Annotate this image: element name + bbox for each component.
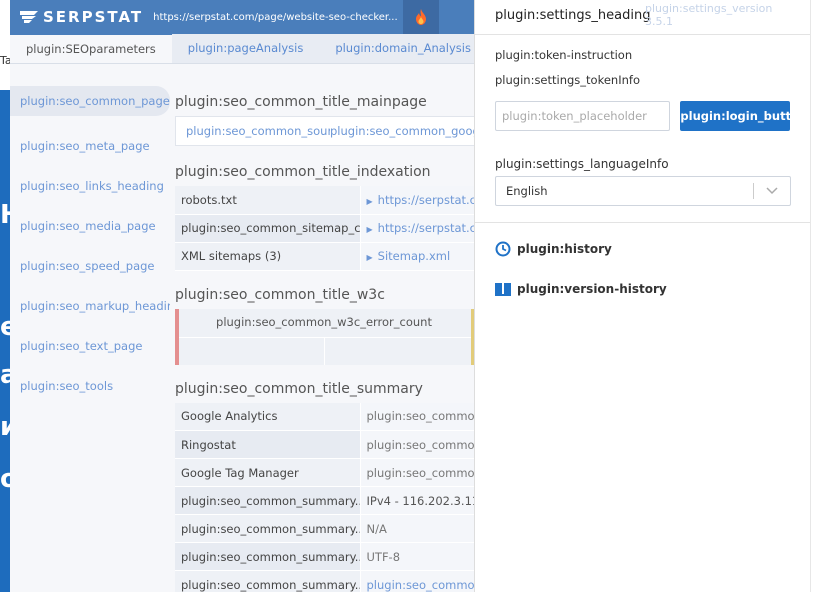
fire-icon bbox=[416, 9, 427, 25]
token-instruction: plugin:token-instruction bbox=[495, 48, 633, 62]
sidebar-item-seo-speed-page[interactable]: plugin:seo_speed_page bbox=[10, 246, 170, 286]
table-row: plugin:seo_common_sitemap_con ▶ https://s… bbox=[175, 214, 474, 243]
serpstat-logo-text: SERPSTAT bbox=[43, 8, 144, 26]
link-text[interactable]: Sitemap.xml bbox=[378, 249, 451, 263]
language-info: plugin:settings_languageInfo bbox=[495, 157, 669, 171]
w3c-error-box: plugin:seo_common_w3c_error_count bbox=[175, 308, 474, 365]
table-cell-key: Google Tag Manager bbox=[175, 458, 360, 487]
settings-version-label: plugin:settings_version bbox=[645, 2, 773, 15]
table-row: plugin:seo_common_summary... N/A bbox=[175, 514, 474, 543]
sidebar-item-seo-meta-page[interactable]: plugin:seo_meta_page bbox=[10, 126, 170, 166]
table-cell-value: N/A bbox=[359, 514, 474, 543]
language-select[interactable]: English bbox=[495, 176, 791, 206]
settings-divider bbox=[475, 222, 810, 223]
tab-seo-parameters[interactable]: plugin:SEOparameters bbox=[10, 33, 172, 63]
table-cell-value: plugin:seo_common bbox=[359, 430, 474, 459]
w3c-error-cell bbox=[179, 336, 325, 365]
table-row: plugin:seo_common_summary... plugin:seo_c… bbox=[175, 570, 474, 592]
settings-body: plugin:token-instruction plugin:settings… bbox=[475, 35, 810, 206]
settings-version-number: 3.5.1 bbox=[645, 15, 673, 28]
table-cell-key: robots.txt bbox=[175, 186, 360, 215]
token-input[interactable]: plugin:token_placeholder bbox=[495, 101, 671, 131]
triangle-right-icon: ▶ bbox=[366, 253, 373, 262]
table-cell-key: plugin:seo_common_summary... bbox=[175, 486, 360, 515]
sidebar-item-seo-text-page[interactable]: plugin:seo_text_page bbox=[10, 326, 170, 366]
table-cell-key: plugin:seo_common_summary... bbox=[175, 542, 360, 571]
plugin-panel: SERPSTAT https://serpstat.com/page/websi… bbox=[10, 0, 474, 592]
tab-page-analysis[interactable]: plugin:pageAnalysis bbox=[172, 33, 320, 63]
table-cell-value: UTF-8 bbox=[359, 542, 474, 571]
login-button[interactable]: plugin:login_button bbox=[680, 101, 790, 131]
tab-domain-analysis[interactable]: plugin:domain_Analysis bbox=[319, 33, 474, 63]
plugin-tabs: plugin:SEOparameters plugin:pageAnalysis… bbox=[10, 33, 474, 64]
section-title-summary: plugin:seo_common_title_summary bbox=[175, 380, 423, 397]
sidebar-item-seo-tools[interactable]: plugin:seo_tools bbox=[10, 366, 170, 406]
google-link[interactable]: plugin:seo_common_google bbox=[330, 124, 474, 138]
settings-header: plugin:settings_heading plugin:settings_… bbox=[475, 0, 810, 35]
triangle-right-icon: ▶ bbox=[366, 225, 373, 234]
fire-button[interactable] bbox=[403, 0, 440, 34]
table-cell-key: Google Analytics bbox=[175, 402, 360, 431]
w3c-warning-cell bbox=[325, 336, 471, 365]
sidebar-item-seo-common-page[interactable]: plugin:seo_common_page bbox=[10, 86, 170, 116]
sidebar: plugin:seo_common_page plugin:seo_meta_p… bbox=[10, 64, 170, 406]
table-cell-value: IPv4 - 116.202.3.118 bbox=[359, 486, 474, 515]
settings-heading: plugin:settings_heading bbox=[495, 8, 651, 23]
section-title-w3c: plugin:seo_common_title_w3c bbox=[175, 286, 385, 303]
table-cell-link[interactable]: ▶ https://serpstat.com bbox=[359, 186, 474, 215]
version-history-link[interactable]: plugin:version-history bbox=[475, 281, 810, 297]
main-content: plugin:seo_common_title_mainpage plugin:… bbox=[175, 64, 474, 592]
settings-version: plugin:settings_version 3.5.1 bbox=[645, 2, 785, 28]
sidebar-item-seo-links-heading[interactable]: plugin:seo_links_heading bbox=[10, 166, 170, 206]
chevron-down-icon bbox=[766, 187, 778, 195]
link-text[interactable]: https://serpstat.com bbox=[378, 221, 474, 235]
token-row: plugin:token_placeholder plugin:login_bu… bbox=[495, 101, 790, 131]
table-cell-value: plugin:seo_common bbox=[359, 402, 474, 431]
current-url: https://serpstat.com/page/website-seo-ch… bbox=[153, 11, 398, 23]
section-title-indexation: plugin:seo_common_title_indexation bbox=[175, 164, 431, 180]
settings-panel: plugin:settings_heading plugin:settings_… bbox=[474, 0, 810, 592]
table-cell-link[interactable]: ▶ https://serpstat.com bbox=[359, 214, 474, 243]
select-separator bbox=[753, 183, 754, 199]
clock-icon bbox=[495, 241, 511, 257]
section-title-mainpage: plugin:seo_common_title_mainpage bbox=[175, 94, 427, 110]
table-cell-value: plugin:seo_common bbox=[359, 458, 474, 487]
table-cell-link[interactable]: plugin:seo_common bbox=[359, 570, 474, 592]
token-info: plugin:settings_tokenInfo bbox=[495, 73, 640, 87]
table-cell-key: XML sitemaps (3) bbox=[175, 242, 360, 271]
table-cell-key: plugin:seo_common_sitemap_con bbox=[175, 214, 360, 243]
summary-table: Google Analytics plugin:seo_common Ringos… bbox=[175, 402, 474, 592]
w3c-error-count-label: plugin:seo_common_w3c_error_count bbox=[216, 314, 432, 329]
history-link-label: plugin:history bbox=[517, 242, 612, 256]
sidebar-item-seo-media-page[interactable]: plugin:seo_media_page bbox=[10, 206, 170, 246]
table-cell-key: plugin:seo_common_summary... bbox=[175, 570, 360, 592]
serpstat-logo-icon bbox=[20, 11, 38, 23]
table-cell-key: Ringostat bbox=[175, 430, 360, 459]
table-row: plugin:seo_common_summary... UTF-8 bbox=[175, 542, 474, 571]
table-row: plugin:seo_common_summary... IPv4 - 116.2… bbox=[175, 486, 474, 515]
w3c-error-cells bbox=[179, 336, 474, 365]
plugin-header: SERPSTAT https://serpstat.com/page/websi… bbox=[10, 0, 474, 34]
sidebar-item-seo-markup-heading[interactable]: plugin:seo_markup_heading bbox=[10, 286, 170, 326]
history-link[interactable]: plugin:history bbox=[475, 241, 810, 257]
table-row: robots.txt ▶ https://serpstat.com bbox=[175, 186, 474, 215]
version-history-link-label: plugin:version-history bbox=[517, 282, 667, 296]
table-row: Google Tag Manager plugin:seo_common bbox=[175, 458, 474, 487]
language-selected-value: English bbox=[506, 184, 548, 198]
table-cell-link[interactable]: ▶ Sitemap.xml bbox=[359, 242, 474, 271]
book-icon bbox=[495, 283, 511, 296]
link-text[interactable]: https://serpstat.com bbox=[378, 193, 474, 207]
source-link[interactable]: plugin:seo_common_source bbox=[186, 124, 330, 138]
table-row: XML sitemaps (3) ▶ Sitemap.xml bbox=[175, 242, 474, 271]
serpstat-logo[interactable]: SERPSTAT bbox=[20, 8, 143, 26]
table-cell-key: plugin:seo_common_summary... bbox=[175, 514, 360, 543]
indexation-table: robots.txt ▶ https://serpstat.com plugin:… bbox=[175, 186, 474, 271]
table-row: Google Analytics plugin:seo_common bbox=[175, 402, 474, 431]
table-row: Ringostat plugin:seo_common bbox=[175, 430, 474, 459]
mainpage-sources: plugin:seo_common_source plugin:seo_comm… bbox=[175, 116, 474, 146]
settings-scrollbar[interactable] bbox=[810, 0, 815, 592]
triangle-right-icon: ▶ bbox=[366, 196, 373, 206]
